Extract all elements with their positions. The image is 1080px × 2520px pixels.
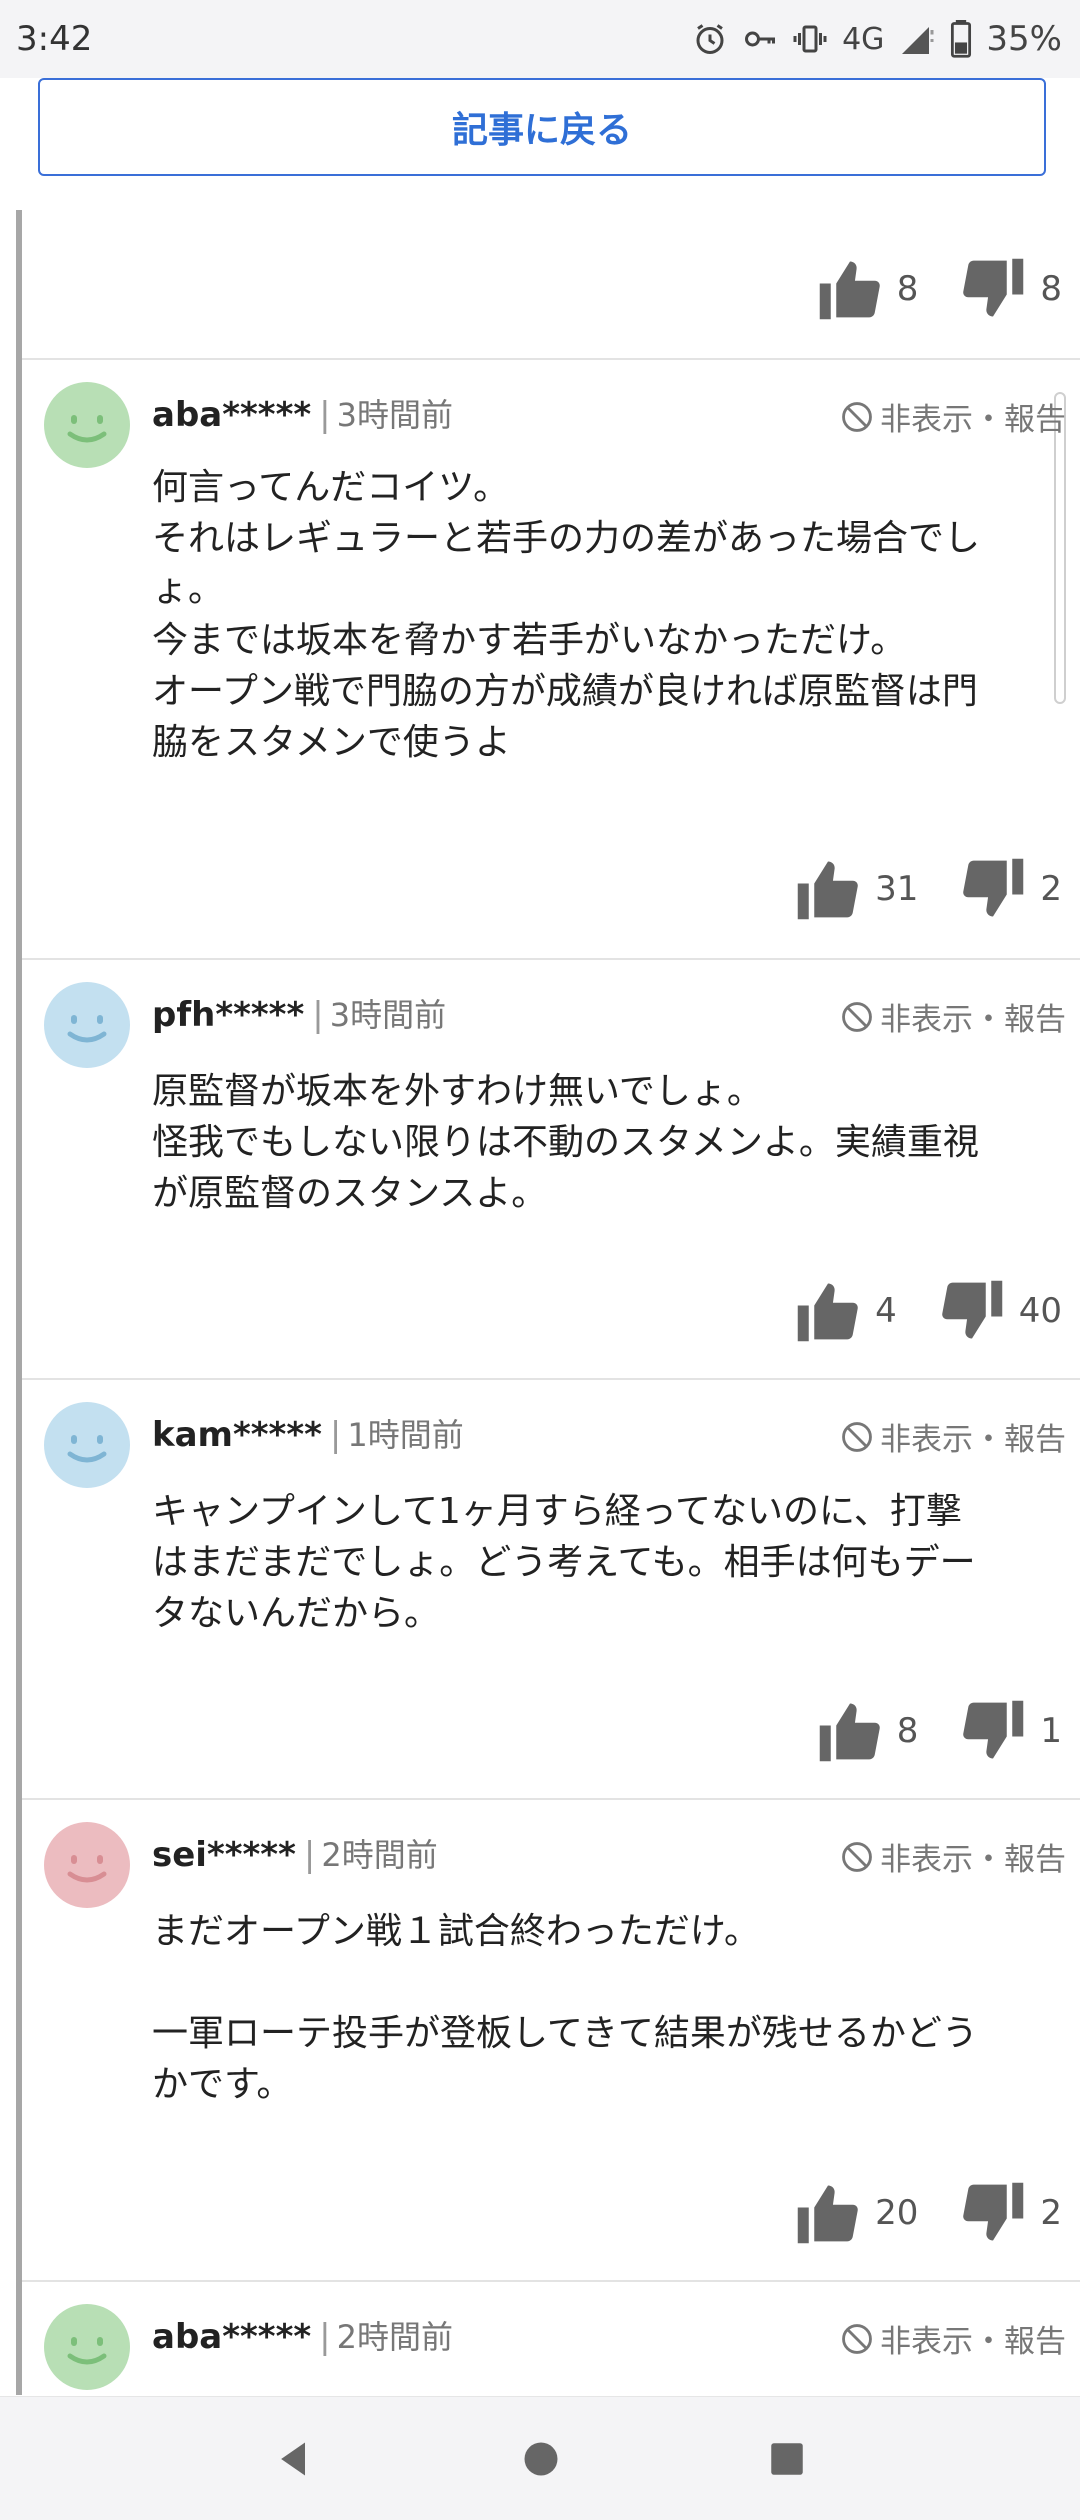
username[interactable]: aba***** <box>152 2317 311 2357</box>
username[interactable]: kam***** <box>152 1415 322 1455</box>
like-count: 31 <box>875 869 919 909</box>
hide-report-button[interactable]: 非表示・報告 <box>840 2316 1066 2361</box>
like-button[interactable]: 8 <box>817 1700 919 1762</box>
comment-body: 原監督が坂本を外すわけ無いでしょ。 怪我でもしない限りは不動のスタメンよ。実績重… <box>152 1071 979 1214</box>
like-count: 20 <box>875 2193 919 2233</box>
comment-header: sei***** | 2時間前 <box>152 1830 438 1876</box>
thumbs-down-icon <box>960 258 1026 320</box>
block-icon <box>840 400 880 434</box>
dislike-count: 2 <box>1040 2193 1062 2233</box>
thumbs-up-icon <box>795 858 861 920</box>
comment-body: まだオープン戦１試合終わっただけ。 一軍ローテ投手が登板してきて結果が残せるかど… <box>152 1911 978 2105</box>
like-count: 4 <box>875 1291 897 1331</box>
thumbs-down-icon <box>960 1700 1026 1762</box>
hide-report-label: 非表示・報告 <box>880 1422 1066 1458</box>
hide-report-label: 非表示・報告 <box>880 1002 1066 1038</box>
status-time: 3:42 <box>16 19 93 59</box>
status-bar: 3:42 4G 35% <box>0 0 1080 78</box>
hide-report-label: 非表示・報告 <box>880 2324 1066 2360</box>
like-button[interactable]: 4 <box>795 1280 897 1342</box>
battery-percent: 35% <box>986 19 1062 59</box>
recents-nav-icon[interactable] <box>766 2438 808 2480</box>
dislike-button[interactable]: 1 <box>960 1700 1062 1762</box>
like-button[interactable]: 20 <box>795 2182 918 2244</box>
avatar[interactable] <box>44 982 130 1068</box>
dislike-button[interactable]: 40 <box>939 1280 1062 1342</box>
system-nav-bar <box>0 2396 1080 2520</box>
dislike-button[interactable]: 2 <box>960 858 1062 920</box>
avatar[interactable] <box>44 1822 130 1908</box>
thumbs-down-icon <box>939 1280 1005 1342</box>
dislike-count: 1 <box>1040 1711 1062 1751</box>
home-nav-icon[interactable] <box>519 2437 563 2481</box>
battery-icon <box>950 20 972 58</box>
comment-body: 何言ってんだコイツ。 それはレギュラーと若手の力の差があった場合でし ょ。 今ま… <box>152 467 981 763</box>
divider <box>22 1798 1080 1800</box>
alarm-icon <box>692 21 728 57</box>
thumbs-up-icon <box>817 1700 883 1762</box>
hide-report-button[interactable]: 非表示・報告 <box>840 1834 1066 1879</box>
timestamp: 3時間前 <box>329 996 447 1034</box>
dislike-button[interactable]: 8 <box>960 258 1062 320</box>
vote-row: 4 40 <box>795 1280 1062 1342</box>
username[interactable]: aba***** <box>152 395 311 435</box>
timestamp: 3時間前 <box>336 396 453 434</box>
like-count: 8 <box>896 1711 919 1751</box>
avatar[interactable] <box>44 382 130 468</box>
thumbs-up-icon <box>795 1280 861 1342</box>
hide-report-label: 非表示・報告 <box>880 402 1066 438</box>
network-type: 4G <box>842 21 885 57</box>
block-icon <box>840 1000 880 1034</box>
avatar[interactable] <box>44 2304 130 2390</box>
thumbs-up-icon <box>817 258 883 320</box>
dislike-count: 8 <box>1040 269 1062 309</box>
dislike-count: 40 <box>1018 1291 1062 1331</box>
vibrate-icon <box>792 21 828 57</box>
timestamp: 1時間前 <box>347 1416 464 1454</box>
timestamp: 2時間前 <box>336 2318 453 2356</box>
avatar[interactable] <box>44 1402 130 1488</box>
back-nav-icon[interactable] <box>272 2437 316 2481</box>
username[interactable]: pfh***** <box>152 995 304 1035</box>
divider <box>22 1378 1080 1380</box>
back-to-article-button[interactable]: 記事に戻る <box>38 78 1046 176</box>
dislike-button[interactable]: 2 <box>960 2182 1062 2244</box>
hide-report-button[interactable]: 非表示・報告 <box>840 394 1066 439</box>
thread-line <box>16 210 22 2395</box>
block-icon <box>840 1840 880 1874</box>
comment-body: キャンプインして1ヶ月すら経ってないのに、打撃 はまだまだでしょ。どう考えても。… <box>152 1491 976 1634</box>
vote-row: 31 2 <box>795 858 1062 920</box>
divider <box>22 2280 1080 2282</box>
hide-report-label: 非表示・報告 <box>880 1842 1066 1878</box>
divider <box>22 358 1080 360</box>
like-count: 8 <box>896 269 919 309</box>
divider <box>22 958 1080 960</box>
signal-icon <box>898 21 936 57</box>
like-button[interactable]: 31 <box>795 858 918 920</box>
thumbs-down-icon <box>960 858 1026 920</box>
dislike-count: 2 <box>1040 869 1062 909</box>
timestamp: 2時間前 <box>321 1836 438 1874</box>
username[interactable]: sei***** <box>152 1835 296 1875</box>
vote-row: 20 2 <box>795 2182 1062 2244</box>
vote-row: 8 8 <box>817 258 1062 320</box>
hide-report-button[interactable]: 非表示・報告 <box>840 1414 1066 1459</box>
block-icon <box>840 1420 880 1454</box>
thumbs-down-icon <box>960 2182 1026 2244</box>
comment-header: aba***** | 3時間前 <box>152 390 453 436</box>
status-icons: 4G 35% <box>692 19 1062 59</box>
block-icon <box>840 2322 880 2356</box>
like-button[interactable]: 8 <box>817 258 919 320</box>
comment-header: pfh***** | 3時間前 <box>152 990 446 1036</box>
thumbs-up-icon <box>795 2182 861 2244</box>
comment-header: aba***** | 2時間前 <box>152 2312 453 2358</box>
hide-report-button[interactable]: 非表示・報告 <box>840 994 1066 1039</box>
key-icon <box>742 21 778 57</box>
comment-header: kam***** | 1時間前 <box>152 1410 464 1456</box>
vote-row: 8 1 <box>817 1700 1062 1762</box>
